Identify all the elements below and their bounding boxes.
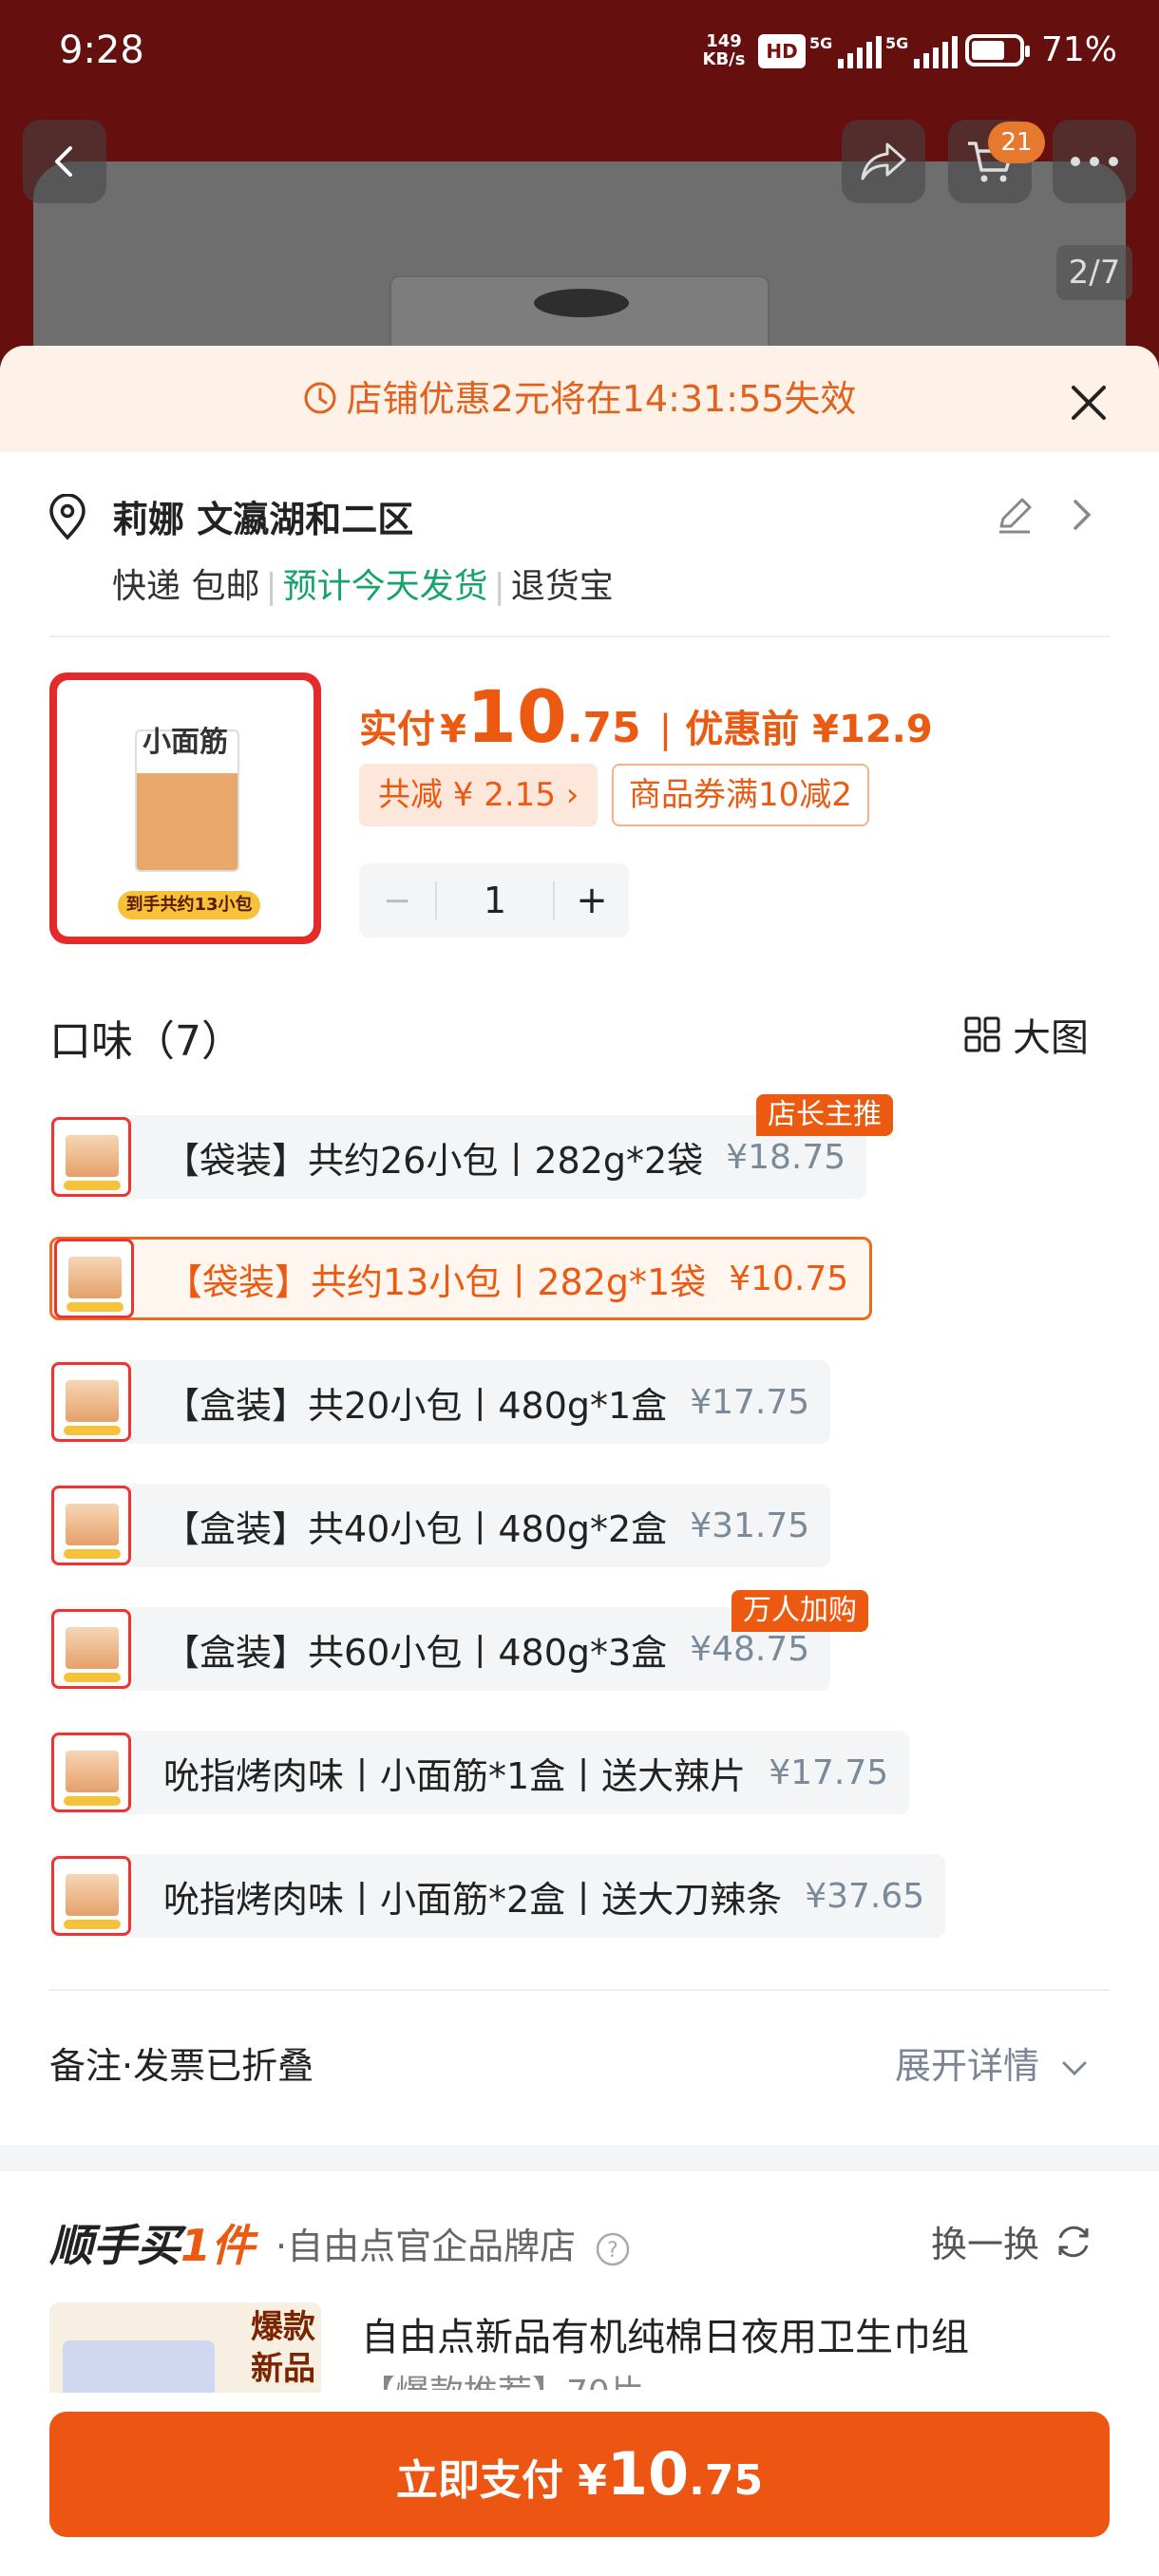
chevron-right-icon[interactable] [1070, 496, 1094, 534]
savings-tag[interactable]: 共减 ¥ 2.15 › [359, 764, 598, 826]
delivery-method: 快递 包邮 [112, 567, 260, 606]
pay-bar: 立即支付 ¥10.75 [0, 2393, 1159, 2576]
option-name: 【袋装】共约13小包丨282g*1袋 [166, 1260, 707, 1303]
recipient-address: 莉娜 文瀛湖和二区 [112, 499, 414, 540]
close-icon [1072, 386, 1106, 420]
increase-button[interactable]: + [555, 879, 629, 922]
svg-text:?: ? [607, 2239, 618, 2263]
ship-estimate: 预计今天发货 [282, 567, 488, 606]
chevron-left-icon [55, 146, 72, 177]
status-time: 9:28 [59, 28, 144, 72]
grid-icon [964, 1016, 1000, 1052]
option-thumbnail [51, 1733, 131, 1812]
option-thumbnail [51, 1609, 131, 1689]
chevron-down-icon [1062, 2061, 1087, 2076]
recommend-product-title[interactable]: 自由点新品有机纯棉日夜用卫生巾组 [361, 2306, 969, 2361]
option-thumbnail [51, 1362, 131, 1442]
option-name: 吮指烤肉味丨小面筋*1盒丨送大辣片 [163, 1754, 747, 1797]
expand-details-button[interactable]: 展开详情 [895, 2036, 1089, 2089]
recommend-product-subtitle: 【爆款推荐】70片 [361, 2365, 644, 2390]
option-name: 【盒装】共20小包丨480g*1盒 [163, 1384, 668, 1427]
recommend-title: 顺手买1件 [49, 2220, 256, 2271]
coupon-tag[interactable]: 商品券满10减2 [612, 764, 869, 826]
flavor-option[interactable]: 【盒装】共40小包丨480g*2盒 ¥31.75 [49, 1484, 831, 1567]
paid-label: 实付 [359, 708, 435, 751]
flavor-option-selected[interactable]: 【袋装】共约13小包丨282g*1袋 ¥10.75 [49, 1237, 873, 1320]
option-thumbnail [51, 1486, 131, 1565]
product-thumbnail[interactable]: 小面筋 到手共约13小包 [49, 672, 321, 944]
swap-button[interactable]: 换一换 [931, 2215, 1094, 2267]
option-badge: 店长主推 [756, 1094, 893, 1136]
quantity-value[interactable]: 1 [435, 881, 555, 919]
option-badge: 万人加购 [732, 1590, 868, 1632]
battery-icon [965, 34, 1030, 66]
option-name: 吮指烤肉味丨小面筋*2盒丨送大刀辣条 [163, 1878, 783, 1921]
big-view-label: 大图 [1013, 1016, 1089, 1060]
option-name: 【盒装】共60小包丨480g*3盒 [163, 1631, 668, 1674]
edit-icon[interactable] [994, 494, 1036, 536]
option-thumbnail [54, 1239, 134, 1318]
shipping-info: 快递 包邮 | 预计今天发货 | 退货宝 [112, 567, 614, 606]
return-service: 退货宝 [510, 567, 614, 606]
battery-percent: 71% [1041, 30, 1118, 69]
product-thumbnail-badge: 到手共约13小包 [118, 891, 260, 919]
flavor-option[interactable]: 【盒装】共60小包丨480g*3盒 ¥48.75 [49, 1607, 831, 1691]
more-icon [1071, 157, 1118, 166]
option-price: ¥17.75 [769, 1752, 889, 1792]
net-speed: 149 KB/s [702, 31, 746, 69]
signal-icon: 5G [809, 34, 883, 68]
share-icon [861, 142, 906, 180]
option-name: 【盒装】共40小包丨480g*2盒 [163, 1507, 668, 1550]
paid-decimal: .75 [566, 704, 641, 752]
purchase-sheet: 店铺优惠2元将在14:31:55失效 莉娜 文瀛湖和二区 快递 包邮 | 预计今天发… [0, 346, 1159, 2576]
option-price: ¥17.75 [690, 1382, 810, 1422]
back-button[interactable] [23, 120, 106, 203]
hd-icon: HD [758, 34, 806, 68]
option-price: ¥48.75 [690, 1629, 810, 1669]
pay-now-button[interactable]: 立即支付 ¥10.75 [49, 2412, 1110, 2537]
flavor-option[interactable]: 吮指烤肉味丨小面筋*1盒丨送大辣片 ¥17.75 [49, 1731, 910, 1814]
divider [49, 635, 1110, 637]
price-line: 实付 ¥10.75 | 优惠前 ¥12.9 [359, 674, 933, 759]
flavor-option[interactable]: 【盒装】共20小包丨480g*1盒 ¥17.75 [49, 1360, 831, 1444]
flavor-section-title: 口味（7） [49, 1017, 243, 1066]
currency: ¥ [440, 708, 466, 751]
clock-icon [304, 382, 336, 413]
location-pin-icon [49, 494, 86, 540]
option-price: ¥37.65 [805, 1876, 925, 1916]
option-price: ¥18.75 [726, 1137, 846, 1177]
more-button[interactable] [1053, 120, 1136, 203]
big-view-toggle[interactable]: 大图 [963, 1007, 1089, 1062]
option-price: ¥10.75 [729, 1259, 849, 1298]
section-separator [0, 2145, 1159, 2171]
paid-integer: 10 [466, 674, 567, 759]
option-name: 【袋装】共约26小包丨282g*2袋 [163, 1139, 704, 1182]
close-button[interactable] [1060, 374, 1117, 431]
flavor-option[interactable]: 吮指烤肉味丨小面筋*2盒丨送大刀辣条 ¥37.65 [49, 1854, 946, 1938]
price-before-discount: 优惠前 ¥12.9 [685, 708, 933, 751]
refresh-icon [1058, 2226, 1089, 2257]
signal-icon-2: 5G [885, 34, 959, 68]
divider [49, 1989, 1110, 1991]
promo-countdown: 店铺优惠2元将在14:31:55失效 [0, 346, 1159, 452]
option-price: ¥31.75 [690, 1506, 810, 1545]
hot-badge: 爆款 新品 [251, 2308, 315, 2388]
help-icon[interactable]: ? [595, 2231, 631, 2267]
quantity-stepper: − 1 + [359, 863, 629, 938]
image-pager: 2/7 [1056, 245, 1132, 300]
decrease-button[interactable]: − [359, 881, 435, 920]
product-thumbnail-label: 小面筋 [142, 726, 228, 759]
option-thumbnail [51, 1856, 131, 1936]
status-bar: 9:28 149 KB/s HD 5G 5G 71% [0, 0, 1159, 104]
recommend-store: ·自由点官企品牌店 ? [276, 2217, 631, 2269]
share-button[interactable] [842, 120, 925, 203]
flavor-option[interactable]: 【袋装】共约26小包丨282g*2袋 ¥18.75 [49, 1115, 867, 1199]
option-thumbnail [51, 1117, 131, 1197]
address-row[interactable]: 莉娜 文瀛湖和二区 [48, 488, 1112, 545]
cart-count-badge: 21 [988, 122, 1045, 163]
